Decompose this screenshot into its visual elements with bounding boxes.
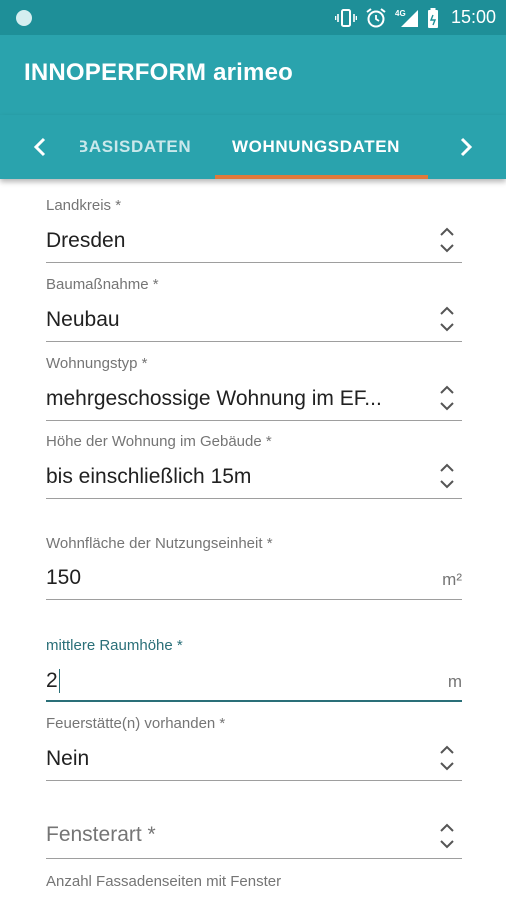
wohnflaeche-unit: m²: [442, 570, 462, 589]
landkreis-value: Dresden: [46, 229, 126, 252]
status-time: 15:00: [450, 7, 496, 27]
fassadenseiten-label: Anzahl Fassadenseiten mit Fenster: [46, 873, 282, 890]
wohnflaeche-underline: [46, 599, 462, 600]
feuerstaette-underline: [46, 780, 462, 781]
tab-bar: BASISDATEN WOHNUNGSDATEN: [0, 115, 506, 179]
wohnungstyp-label: Wohnungstyp *: [46, 355, 148, 372]
signal-icon: 4G: [395, 9, 418, 27]
wohnflaeche-input[interactable]: 150: [46, 566, 406, 590]
raumhoehe-input[interactable]: 2: [46, 669, 58, 693]
landkreis-label: Landkreis *: [46, 197, 122, 214]
fassadenseiten-field[interactable]: Anzahl Fassadenseiten mit Fenster: [46, 873, 462, 897]
wohnflaeche-label: Wohnfläche der Nutzungseinheit *: [46, 535, 273, 552]
landkreis-underline: [46, 262, 462, 263]
tab-wohnungsdaten[interactable]: WOHNUNGSDATEN: [232, 137, 400, 157]
baumassnahme-value: Neubau: [46, 308, 120, 331]
baumassnahme-label: Baumaßnahme *: [46, 276, 159, 293]
fensterart-placeholder: Fensterart *: [46, 823, 156, 846]
tab-selected-indicator: [215, 175, 428, 179]
battery-icon: [427, 7, 438, 28]
spinner-arrows-icon: [440, 463, 454, 489]
status-bar: 4G 15:00: [0, 0, 506, 35]
status-icons: 4G 15:00: [334, 0, 496, 35]
tab-basisdaten[interactable]: BASISDATEN: [80, 137, 191, 157]
wohnungstyp-value: mehrgeschossige Wohnung im EF...: [46, 387, 382, 410]
text-cursor: [58, 669, 61, 693]
baumassnahme-select[interactable]: Baumaßnahme * Neubau: [46, 276, 462, 344]
raumhoehe-label: mittlere Raumhöhe *: [46, 637, 183, 654]
spinner-arrows-icon: [440, 745, 454, 771]
raumhoehe-input-wrap[interactable]: 2: [46, 667, 61, 695]
fensterart-select[interactable]: Fensterart *: [46, 819, 462, 863]
chevron-left-icon: [33, 137, 46, 157]
wohnungstyp-underline: [46, 420, 462, 421]
spinner-arrows-icon: [440, 227, 454, 253]
hoehe-underline: [46, 498, 462, 499]
baumassnahme-underline: [46, 341, 462, 342]
feuerstaette-value: Nein: [46, 747, 90, 770]
wohnungstyp-select[interactable]: Wohnungstyp * mehrgeschossige Wohnung im…: [46, 355, 462, 423]
vibrate-icon: [334, 8, 357, 27]
feuerstaette-select[interactable]: Feuerstätte(n) vorhanden * Nein: [46, 715, 462, 783]
feuerstaette-label: Feuerstätte(n) vorhanden *: [46, 715, 226, 732]
tab-scroll-left-button[interactable]: [26, 133, 54, 161]
fensterart-underline: [46, 858, 462, 859]
landkreis-select[interactable]: Landkreis * Dresden: [46, 197, 462, 265]
chevron-right-icon: [460, 137, 473, 157]
hoehe-select[interactable]: Höhe der Wohnung im Gebäude * bis einsch…: [46, 433, 462, 501]
tab-scroll-right-button[interactable]: [452, 133, 480, 161]
app-notification-icon: [16, 10, 32, 26]
wohnflaeche-field[interactable]: Wohnfläche der Nutzungseinheit * 150 m²: [46, 535, 462, 603]
spinner-arrows-icon: [440, 385, 454, 411]
alarm-icon: [366, 7, 386, 27]
spinner-arrows-icon: [440, 823, 454, 849]
hoehe-value: bis einschließlich 15m: [46, 465, 252, 488]
network-type-label: 4G: [395, 9, 406, 18]
hoehe-label: Höhe der Wohnung im Gebäude *: [46, 433, 272, 450]
raumhoehe-unit: m: [447, 672, 462, 691]
app-bar: INNOPERFORM arimeo: [0, 35, 506, 115]
raumhoehe-underline: [46, 700, 462, 702]
raumhoehe-field[interactable]: mittlere Raumhöhe * 2 m: [46, 637, 462, 705]
spinner-arrows-icon: [440, 306, 454, 332]
app-title: INNOPERFORM arimeo: [24, 59, 293, 86]
